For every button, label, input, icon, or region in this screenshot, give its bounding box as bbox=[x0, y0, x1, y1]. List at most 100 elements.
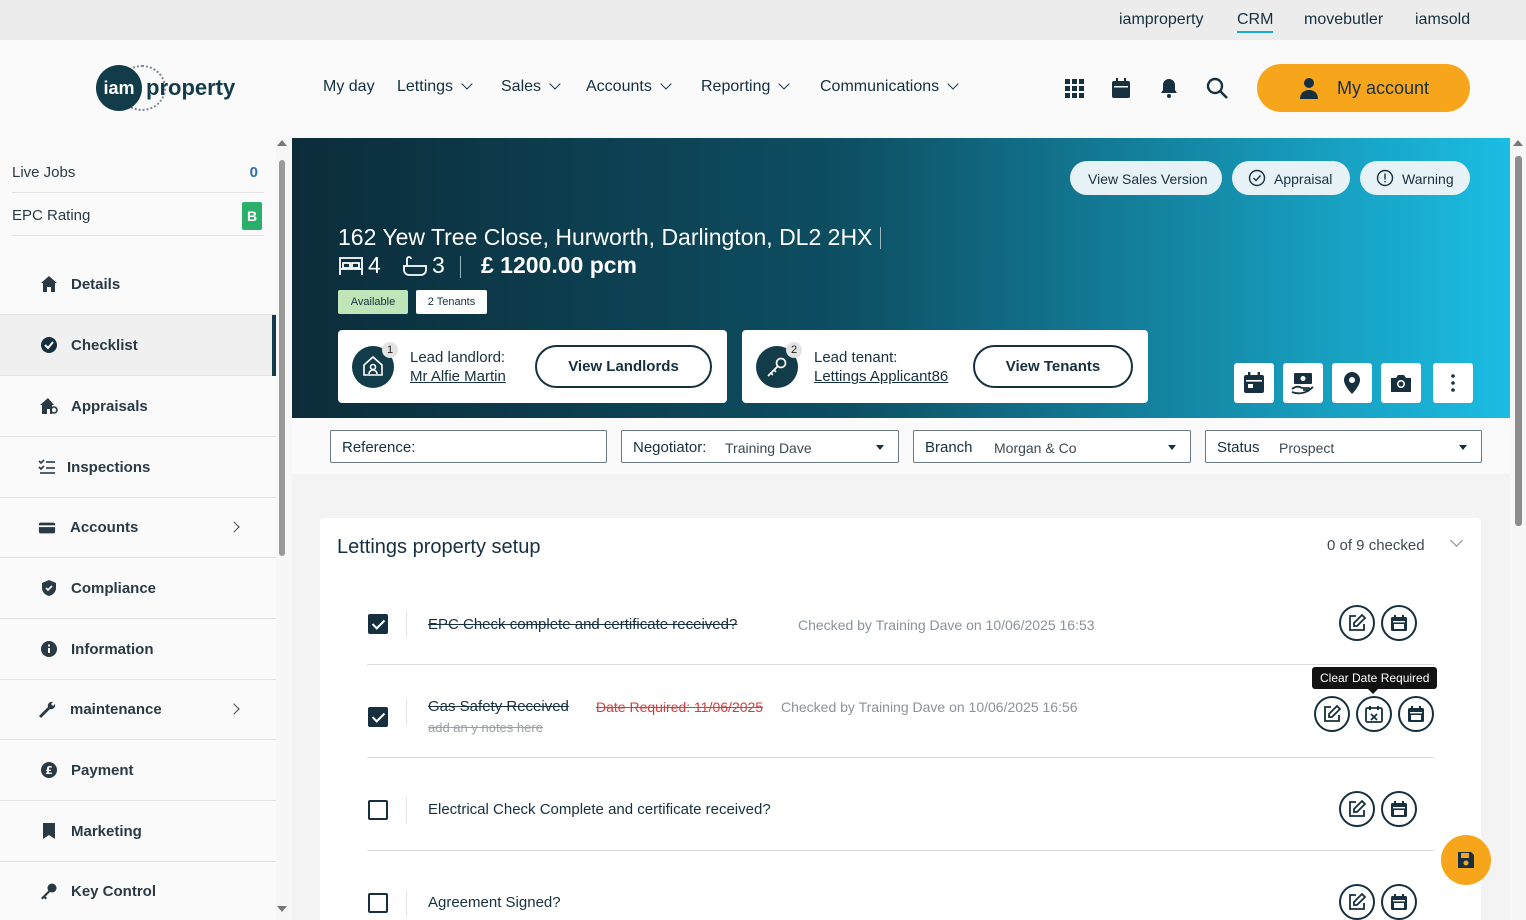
scrollbar-thumb[interactable] bbox=[1515, 156, 1522, 526]
view-landlords-button[interactable]: View Landlords bbox=[535, 345, 712, 388]
edit-note-button[interactable] bbox=[1339, 791, 1375, 827]
sidebar-item-appraisals[interactable]: Appraisals bbox=[0, 376, 276, 437]
top-link-iamsold[interactable]: iamsold bbox=[1415, 11, 1470, 29]
checklist-title: Lettings property setup bbox=[337, 536, 541, 558]
chevron-down-icon bbox=[461, 78, 473, 90]
status-select[interactable]: Status Prospect bbox=[1205, 430, 1482, 463]
tenant-label: Lead tenant: bbox=[814, 349, 898, 366]
nav-label: Reporting bbox=[701, 78, 771, 95]
stat-live-jobs: Live Jobs 0 bbox=[12, 151, 264, 193]
sidebar-item-inspections[interactable]: Inspections bbox=[0, 437, 276, 498]
clear-date-button[interactable] bbox=[1356, 696, 1392, 732]
notes-text[interactable]: add an y notes here bbox=[428, 720, 543, 735]
quick-more-button[interactable] bbox=[1433, 363, 1473, 403]
checklist-checkbox[interactable] bbox=[368, 614, 388, 634]
calendar-icon[interactable] bbox=[1109, 76, 1133, 100]
edit-note-button[interactable] bbox=[1339, 605, 1375, 641]
sidebar-item-label: Marketing bbox=[71, 823, 142, 840]
scroll-up-arrow[interactable] bbox=[1513, 140, 1523, 146]
stat-value: 0 bbox=[249, 164, 258, 181]
my-account-button[interactable]: My account bbox=[1257, 64, 1470, 112]
sidebar-item-maintenance[interactable]: maintenance bbox=[0, 680, 276, 740]
view-sales-version-button[interactable]: View Sales Version bbox=[1070, 161, 1222, 195]
sidebar-item-label: maintenance bbox=[70, 701, 162, 718]
checklist-checkbox[interactable] bbox=[368, 800, 388, 820]
checklist-row: Electrical Check Complete and certificat… bbox=[367, 758, 1434, 851]
checklist-item-label: EPC Check complete and certificate recei… bbox=[428, 616, 738, 633]
reference-field[interactable]: Reference: bbox=[330, 430, 607, 463]
divider bbox=[406, 699, 407, 725]
search-icon[interactable] bbox=[1205, 76, 1229, 100]
set-date-button[interactable] bbox=[1381, 791, 1417, 827]
top-link-iamproperty[interactable]: iamproperty bbox=[1119, 11, 1203, 29]
negotiator-select[interactable]: Negotiator: Training Dave bbox=[621, 430, 899, 463]
top-link-crm[interactable]: CRM bbox=[1237, 11, 1274, 33]
quick-map-button[interactable] bbox=[1332, 363, 1372, 403]
landlord-name-link[interactable]: Mr Alfie Martin bbox=[410, 368, 506, 385]
main-content: View Sales Version Appraisal Warning 162… bbox=[292, 138, 1510, 920]
checklist-checkbox[interactable] bbox=[368, 707, 388, 727]
sidebar-item-details[interactable]: Details bbox=[0, 254, 276, 315]
sidebar-item-label: Key Control bbox=[71, 883, 157, 900]
set-date-button[interactable] bbox=[1398, 696, 1434, 732]
bookmark-icon bbox=[43, 823, 55, 839]
checklist-checkbox[interactable] bbox=[368, 893, 388, 913]
quick-photos-button[interactable] bbox=[1381, 363, 1421, 403]
set-date-button[interactable] bbox=[1381, 605, 1417, 641]
chevron-down-icon[interactable] bbox=[1450, 534, 1463, 547]
chevron-down-icon bbox=[549, 78, 561, 90]
quick-payment-button[interactable] bbox=[1283, 363, 1323, 403]
nav-communications[interactable]: Communications bbox=[820, 78, 959, 96]
nav-reporting[interactable]: Reporting bbox=[701, 78, 791, 96]
edit-note-button[interactable] bbox=[1339, 884, 1375, 920]
nav-my-day[interactable]: My day bbox=[323, 78, 375, 96]
checklist-row: Gas Safety Received Date Required: 11/06… bbox=[367, 665, 1434, 758]
bath-icon bbox=[403, 256, 427, 276]
main-scrollbar[interactable] bbox=[1513, 140, 1524, 920]
property-price: £ 1200.00 pcm bbox=[481, 252, 638, 278]
key-icon bbox=[767, 357, 787, 377]
status-tag-available: Available bbox=[338, 290, 408, 314]
nav-label: Sales bbox=[501, 78, 542, 95]
scroll-up-arrow[interactable] bbox=[277, 140, 287, 146]
branch-select[interactable]: Branch Morgan & Co bbox=[913, 430, 1191, 463]
sidebar-item-payment[interactable]: £ Payment bbox=[0, 740, 276, 801]
bell-icon[interactable] bbox=[1157, 76, 1181, 100]
sidebar: Live Jobs 0 EPC Rating B Details Checkli… bbox=[0, 136, 276, 920]
sidebar-item-information[interactable]: Information bbox=[0, 619, 276, 680]
apps-grid-icon[interactable] bbox=[1062, 76, 1086, 100]
my-account-label: My account bbox=[1337, 78, 1430, 98]
sidebar-item-compliance[interactable]: Compliance bbox=[0, 558, 276, 619]
tenant-name-link[interactable]: Lettings Applicant86 bbox=[814, 368, 948, 385]
sidebar-item-accounts[interactable]: Accounts bbox=[0, 498, 276, 558]
nav-label: Accounts bbox=[586, 78, 652, 95]
nav-accounts[interactable]: Accounts bbox=[586, 78, 672, 96]
sidebar-item-checklist[interactable]: Checklist bbox=[0, 315, 276, 376]
check-circle-icon bbox=[1248, 169, 1266, 187]
money-hand-icon bbox=[1291, 373, 1314, 395]
calendar-icon bbox=[1244, 372, 1264, 393]
edit-note-button[interactable] bbox=[1314, 696, 1350, 732]
warning-button[interactable]: Warning bbox=[1360, 161, 1470, 195]
more-vertical-icon bbox=[1451, 374, 1455, 392]
sidebar-item-marketing[interactable]: Marketing bbox=[0, 801, 276, 862]
scrollbar-thumb[interactable] bbox=[279, 160, 285, 556]
nav-label: Communications bbox=[820, 78, 940, 95]
sidebar-scrollbar[interactable] bbox=[277, 140, 287, 920]
chevron-right-icon bbox=[228, 703, 240, 715]
save-button[interactable] bbox=[1441, 835, 1491, 885]
caret-down-icon bbox=[1168, 445, 1176, 450]
appraisal-button[interactable]: Appraisal bbox=[1232, 161, 1350, 195]
nav-lettings[interactable]: Lettings bbox=[397, 78, 473, 96]
chevron-down-icon bbox=[947, 78, 959, 90]
scroll-down-arrow[interactable] bbox=[277, 906, 287, 912]
nav-sales[interactable]: Sales bbox=[501, 78, 561, 96]
set-date-button[interactable] bbox=[1381, 884, 1417, 920]
view-tenants-button[interactable]: View Tenants bbox=[973, 345, 1133, 388]
sidebar-item-key-control[interactable]: Key Control bbox=[0, 861, 276, 920]
key-icon bbox=[41, 883, 57, 900]
sidebar-item-label: Information bbox=[71, 641, 154, 658]
top-link-movebutler[interactable]: movebutler bbox=[1304, 11, 1383, 29]
logo[interactable]: iam property bbox=[96, 65, 236, 111]
quick-calendar-button[interactable] bbox=[1234, 363, 1274, 403]
